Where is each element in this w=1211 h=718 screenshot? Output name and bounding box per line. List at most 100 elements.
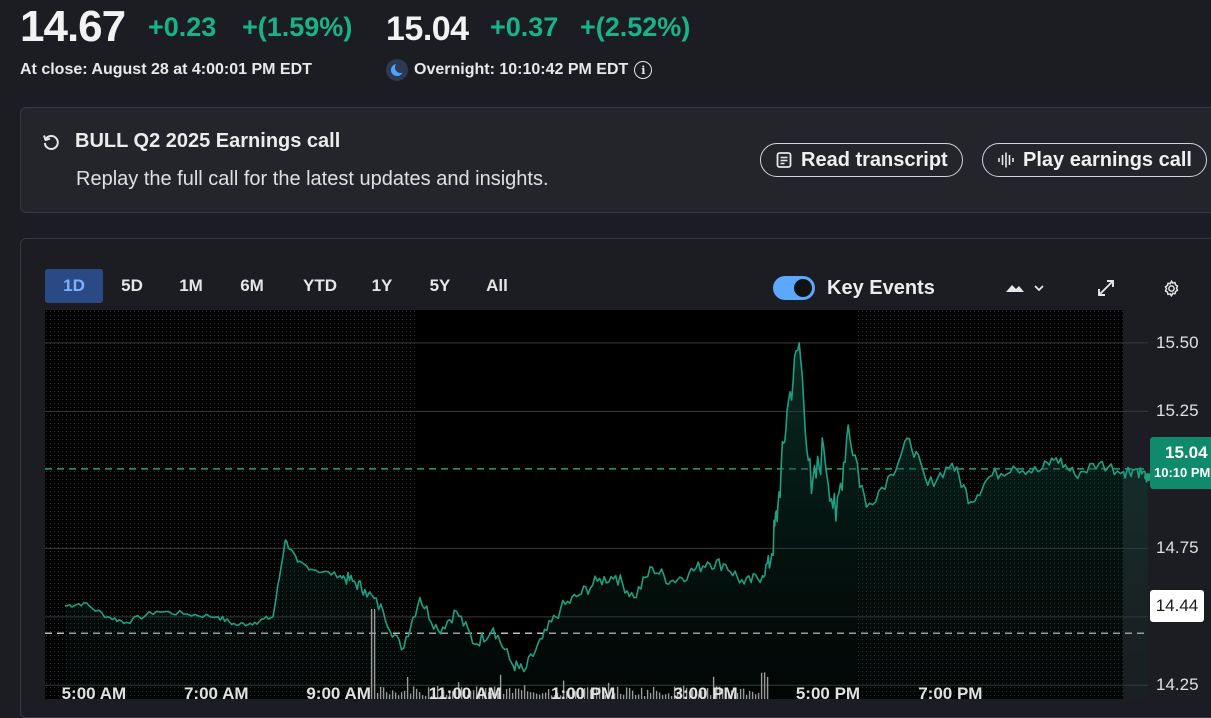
range-tab-6m[interactable]: 6M <box>229 269 275 303</box>
volume-bar <box>544 692 547 699</box>
x-tick-label: 9:00 AM <box>306 684 371 703</box>
volume-bar <box>631 690 634 699</box>
price-chart[interactable] <box>45 310 1211 699</box>
volume-bar <box>619 693 622 699</box>
volume-bar <box>661 694 664 699</box>
range-tab-1d[interactable]: 1D <box>45 269 103 303</box>
volume-bar <box>517 688 520 699</box>
range-tab-5d[interactable]: 5D <box>109 269 155 303</box>
volume-bar <box>748 690 751 699</box>
volume-bar <box>394 692 397 699</box>
volume-bar <box>388 694 391 699</box>
volume-bar <box>391 690 394 699</box>
key-events-toggle[interactable] <box>773 276 815 300</box>
read-transcript-label: Read transcript <box>801 148 948 171</box>
volume-bar <box>370 609 373 699</box>
volume-bar <box>745 694 748 699</box>
volume-bar <box>739 688 742 699</box>
volume-bar <box>400 692 403 699</box>
volume-bar <box>538 694 541 699</box>
volume-bar <box>520 690 523 699</box>
overnight-timestamp: Overnight: 10:10:42 PM EDT <box>414 61 629 79</box>
volume-bar <box>649 692 652 699</box>
mountain-chart-icon <box>1006 285 1044 292</box>
volume-bar <box>616 686 619 699</box>
volume-bar <box>760 672 763 699</box>
overnight-price: 15.04 <box>386 10 469 48</box>
y-tick-label: 15.25 <box>1156 401 1199 421</box>
current-price-time: 10:10 PM <box>1154 465 1211 480</box>
replay-icon <box>43 135 59 150</box>
info-icon[interactable]: i <box>634 61 653 79</box>
volume-bar <box>532 692 535 699</box>
x-tick-label: 3:00 PM <box>673 684 738 703</box>
close-change-percent: +(1.59%) <box>242 12 353 42</box>
volume-bar <box>412 686 415 699</box>
x-tick-label: 7:00 PM <box>918 684 983 703</box>
x-tick-label: 5:00 AM <box>61 684 127 703</box>
close-timestamp: At close: August 28 at 4:00:01 PM EDT <box>20 61 312 78</box>
volume-bar <box>634 695 637 699</box>
volume-bar <box>385 692 388 699</box>
volume-bar <box>526 691 529 699</box>
earnings-call-description: Replay the full call for the latest upda… <box>76 168 549 190</box>
volume-bar <box>505 689 508 699</box>
volume-bar <box>547 689 550 699</box>
overnight-change-percent: +(2.52%) <box>580 12 691 42</box>
current-price-value: 15.04 <box>1165 443 1208 462</box>
volume-bar <box>652 687 655 699</box>
volume-bar <box>373 609 376 699</box>
y-tick-label: 14.75 <box>1156 538 1199 558</box>
volume-bar <box>757 693 760 699</box>
x-tick-label: 11:00 AM <box>428 684 502 703</box>
audio-wave-icon <box>998 152 1014 168</box>
volume-bar <box>742 688 745 699</box>
earnings-call-title: BULL Q2 2025 Earnings call <box>75 130 341 152</box>
earnings-call-banner: BULL Q2 2025 Earnings call Replay the fu… <box>20 107 1211 213</box>
volume-bar <box>502 693 505 699</box>
volume-bar <box>379 686 382 699</box>
volume-bar <box>628 688 631 699</box>
volume-bar <box>508 687 511 699</box>
close-change: +0.23 <box>148 12 217 42</box>
volume-bar <box>415 688 418 699</box>
chart-type-dropdown[interactable] <box>1005 277 1049 299</box>
volume-bar <box>640 687 643 699</box>
range-tab-5y[interactable]: 5Y <box>419 269 461 303</box>
volume-bar <box>751 691 754 699</box>
range-tab-1m[interactable]: 1M <box>168 269 214 303</box>
volume-bar <box>406 677 409 699</box>
key-events-label: Key Events <box>827 277 935 299</box>
range-tab-1y[interactable]: 1Y <box>361 269 403 303</box>
current-price-tag: 15.04 10:10 PM <box>1150 437 1211 489</box>
play-earnings-call-button[interactable]: Play earnings call <box>982 143 1207 177</box>
close-price: 14.67 <box>20 2 126 51</box>
volume-bar <box>622 694 625 699</box>
volume-bar <box>421 695 424 699</box>
transcript-icon <box>776 152 792 168</box>
volume-bar <box>664 694 667 699</box>
range-tab-ytd[interactable]: YTD <box>295 269 345 303</box>
x-tick-label: 7:00 AM <box>183 684 249 703</box>
range-tab-all[interactable]: All <box>477 269 517 303</box>
moon-icon <box>386 59 408 81</box>
volume-bar <box>535 693 538 699</box>
settings-gear-icon[interactable] <box>1161 278 1182 299</box>
y-tick-label: 15.50 <box>1156 332 1199 352</box>
x-tick-label: 1:00 PM <box>551 684 616 703</box>
volume-bar <box>511 693 514 699</box>
volume-bar <box>646 689 649 699</box>
volume-bar <box>418 692 421 699</box>
volume-bar <box>763 672 766 699</box>
volume-bar <box>523 685 526 699</box>
volume-bar <box>529 692 532 699</box>
volume-bar <box>655 690 658 699</box>
volume-bar <box>667 693 670 699</box>
read-transcript-button[interactable]: Read transcript <box>760 143 963 177</box>
volume-bar <box>409 693 412 699</box>
volume-bar <box>766 677 769 699</box>
volume-bar <box>403 690 406 699</box>
expand-icon[interactable] <box>1096 278 1116 298</box>
x-tick-label: 5:00 PM <box>795 684 861 703</box>
volume-bar <box>541 693 544 699</box>
